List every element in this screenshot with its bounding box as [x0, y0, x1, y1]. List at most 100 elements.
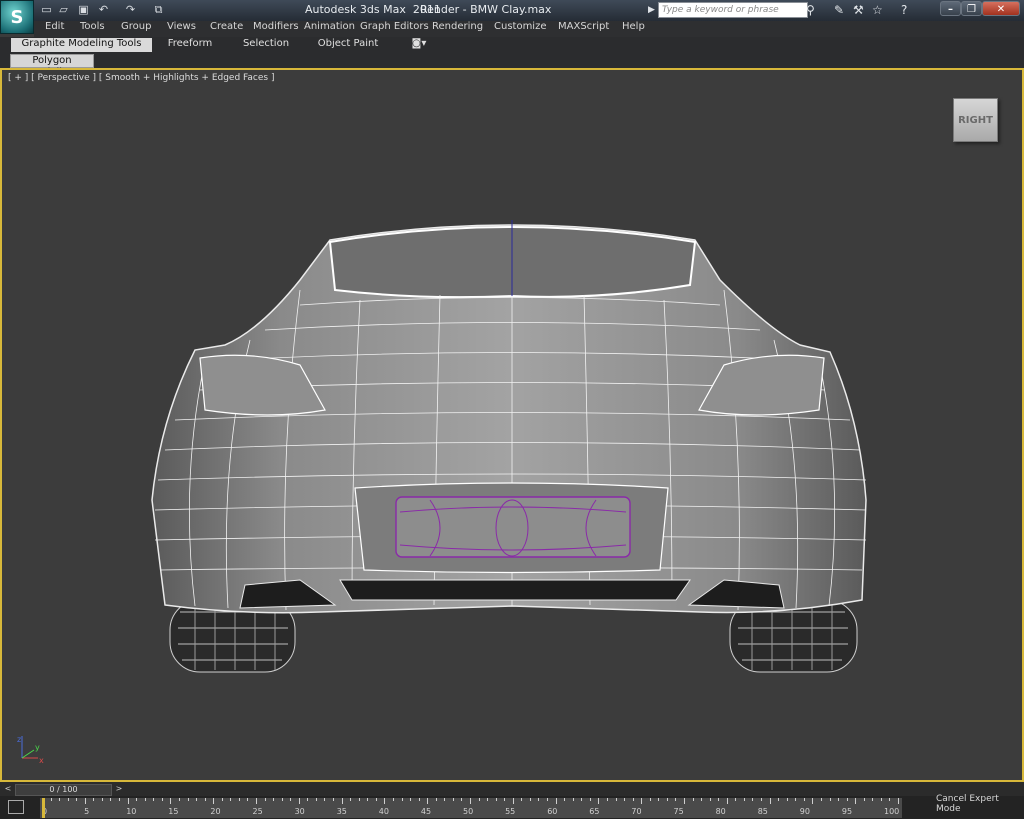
timeline-tick-mark: [350, 798, 352, 801]
timeline-tick-mark: [50, 798, 52, 801]
time-prev-button[interactable]: <: [3, 784, 13, 794]
timeline-tick-label: 95: [841, 807, 853, 816]
timeline-tick-mark: [504, 798, 506, 801]
timeline-tick-mark: [247, 798, 249, 801]
timeline-tick-mark: [230, 798, 232, 801]
timeline-tick-mark: [136, 798, 138, 801]
timeline-tick-mark: [367, 798, 369, 801]
timeline-tick-mark: [470, 798, 471, 804]
license-plate: [395, 496, 631, 558]
timeline-tick-label: 70: [631, 807, 642, 816]
timeline-tick-mark: [641, 798, 643, 804]
time-next-button[interactable]: >: [114, 784, 124, 794]
timeline-tick-mark: [786, 798, 788, 801]
current-frame-marker[interactable]: [42, 798, 45, 818]
timeline-tick-mark: [512, 798, 514, 804]
rear-diffuser: [339, 579, 691, 601]
timeline-tick-mark: [101, 798, 103, 801]
timeline-tick-mark: [281, 798, 283, 801]
timeline-tick-mark: [743, 798, 745, 801]
timeline-ruler[interactable]: 0510152025303540455055606570758085909510…: [40, 798, 902, 818]
timeline-tick-mark: [855, 798, 857, 804]
timeline-tick-mark: [204, 798, 206, 801]
timeline-tick-mark: [119, 798, 121, 801]
timeline-tick-label: 60: [547, 807, 558, 816]
timeline-tick-mark: [144, 798, 146, 801]
timeline-tick-mark: [547, 798, 549, 801]
timeline-tick-mark: [555, 798, 557, 804]
time-slider[interactable]: 0 / 100: [15, 784, 112, 796]
timeline-tick-mark: [624, 798, 626, 801]
cancel-expert-mode-button[interactable]: Cancel Expert Mode: [936, 794, 1024, 814]
timeline-tick-label: 65: [589, 807, 600, 816]
timeline-tick-mark: [178, 798, 180, 801]
timeline-tick-mark: [67, 798, 69, 801]
timeline-tick-mark: [401, 798, 403, 801]
timeline-tick-mark: [427, 798, 429, 804]
timeline-tick-mark: [589, 798, 591, 801]
timeline-tick-label: 75: [673, 807, 684, 816]
timeline-tick-mark: [84, 798, 86, 804]
axis-x-label: x: [39, 756, 44, 765]
timeline-tick-mark: [392, 798, 394, 801]
timeline-tick-mark: [812, 798, 814, 804]
timeline-tick-label: 25: [252, 807, 263, 816]
timeline-tick-mark: [632, 798, 634, 801]
timeline-tick-mark: [684, 798, 685, 804]
timeline-tick-label: 80: [715, 807, 726, 816]
timeline-tick-label: 30: [294, 807, 305, 816]
timeline-tick-mark: [127, 798, 129, 804]
timeline-tick-mark: [880, 798, 882, 801]
timeline-tick-label: 10: [126, 807, 137, 816]
timeline-tick-mark: [701, 798, 703, 801]
timeline-tick-mark: [315, 798, 317, 801]
timeline-tick-mark: [495, 798, 497, 801]
timeline-tick-mark: [444, 798, 446, 801]
timeline-tick-mark: [675, 798, 677, 801]
timeline-tick-label: 90: [799, 807, 810, 816]
timeline-tick-label: 15: [168, 807, 179, 816]
timeline-tick-mark: [572, 798, 574, 801]
timeline-tick-mark: [649, 798, 651, 801]
timeline-tick-mark: [384, 798, 386, 804]
axis-y-label: y: [35, 743, 40, 752]
timeline-tick-mark: [829, 798, 831, 801]
timeline-tick-label: 20: [210, 807, 221, 816]
timeline-tick-mark: [718, 798, 720, 801]
timeline-tick-mark: [658, 798, 660, 801]
timeline-tick-mark: [846, 798, 848, 801]
axis-tripod-icon: z y x: [17, 735, 44, 765]
timeline-tick-mark: [298, 798, 300, 804]
timeline-tick-mark: [375, 798, 377, 801]
timeline-tick-mark: [187, 798, 189, 801]
timeline-tick-mark: [264, 798, 266, 801]
timeline-tick-mark: [76, 798, 78, 801]
car-wireframe-model[interactable]: [0, 0, 1024, 782]
timeline-tick-mark: [598, 798, 600, 804]
timeline-tick-mark: [752, 798, 754, 801]
timeline-tick-mark: [196, 798, 198, 801]
timeline-tick-mark: [761, 798, 763, 801]
timeline-tick-label: 5: [84, 807, 90, 816]
timeline-tick-mark: [564, 798, 566, 801]
timeline-tick-mark: [803, 798, 805, 801]
timeline-tick-mark: [290, 798, 292, 801]
timeline-tick-mark: [110, 798, 112, 801]
timeline-tick-mark: [418, 798, 420, 801]
timeline-tick-mark: [769, 798, 771, 804]
timeline-tick-mark: [529, 798, 531, 801]
timeline-tick-mark: [358, 798, 360, 801]
timeline-tick-mark: [256, 798, 257, 804]
timeline-tick-label: 85: [757, 807, 768, 816]
timeline-tick-mark: [59, 798, 61, 801]
timeline-tick-mark: [581, 798, 583, 801]
timeline-tick-mark: [820, 798, 822, 801]
timeline-tick-mark: [435, 798, 437, 801]
timeline-tick-mark: [341, 798, 343, 804]
timeline-tick-mark: [487, 798, 489, 801]
timeline-tick-mark: [170, 798, 172, 804]
timeline-tick-mark: [238, 798, 240, 801]
timeline-tick-mark: [606, 798, 608, 801]
curve-editor-icon[interactable]: [8, 800, 24, 814]
timeline-tick-mark: [93, 798, 95, 801]
